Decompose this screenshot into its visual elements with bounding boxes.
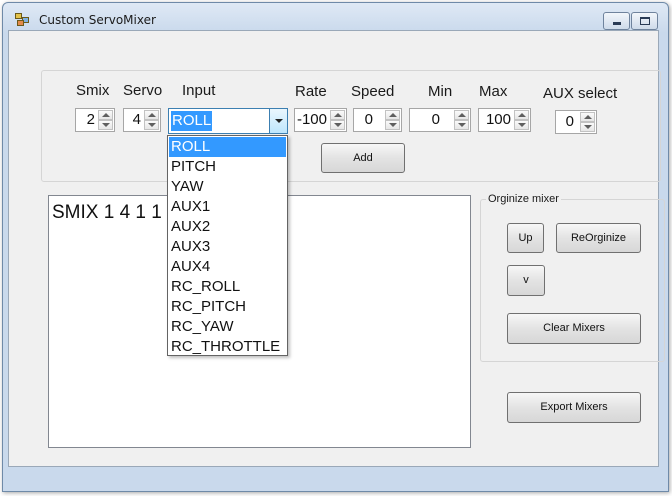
smix-spinner[interactable]: 2 [75, 108, 115, 132]
rate-spinner[interactable]: -100 [294, 108, 347, 132]
reorganize-button[interactable]: ReOrginize [556, 223, 641, 253]
dropdown-option[interactable]: RC_YAW [169, 317, 286, 337]
input-label: Input [182, 82, 216, 99]
min-up-arrow[interactable] [454, 110, 469, 120]
input-dropdown-list: ROLL PITCH YAW AUX1 AUX2 AUX3 AUX4 RC_ROLL RC_PI… [167, 135, 288, 356]
aux-select-up-arrow[interactable] [580, 112, 595, 122]
smix-value: 2 [86, 111, 95, 128]
maximize-button[interactable] [631, 12, 658, 30]
organize-mixer-title: Orginize mixer [486, 193, 561, 205]
min-label: Min [428, 83, 453, 100]
dropdown-option[interactable]: AUX3 [169, 237, 286, 257]
aux-select-value: 0 [565, 113, 574, 130]
dropdown-option[interactable]: RC_ROLL [169, 277, 286, 297]
smix-down-arrow[interactable] [98, 120, 113, 130]
clear-mixers-button[interactable]: Clear Mixers [507, 313, 641, 344]
input-selected-value: ROLL [171, 111, 213, 131]
servo-down-arrow[interactable] [144, 120, 159, 130]
speed-value: 0 [364, 111, 373, 128]
min-value: 0 [431, 111, 440, 128]
speed-down-arrow[interactable] [385, 120, 400, 130]
dropdown-option[interactable]: PITCH [169, 157, 286, 177]
min-down-arrow[interactable] [454, 120, 469, 130]
servo-label: Servo [123, 82, 163, 99]
export-mixers-button[interactable]: Export Mixers [507, 392, 641, 423]
servo-up-arrow[interactable] [144, 110, 159, 120]
maximize-icon [640, 17, 650, 25]
app-icon [15, 13, 31, 27]
minimize-icon [613, 22, 621, 25]
smix-label: Smix [76, 82, 110, 99]
speed-spinner[interactable]: 0 [353, 108, 402, 132]
up-button[interactable]: Up [507, 223, 544, 253]
smix-up-arrow[interactable] [98, 110, 113, 120]
speed-label: Speed [351, 83, 395, 100]
window-title: Custom ServoMixer [39, 13, 156, 27]
input-combobox[interactable]: ROLL [168, 108, 288, 134]
chevron-down-icon [275, 119, 283, 123]
title-bar[interactable]: Custom ServoMixer [3, 3, 668, 33]
rate-down-arrow[interactable] [330, 120, 345, 130]
max-value: 100 [485, 111, 511, 128]
min-spinner[interactable]: 0 [409, 108, 471, 132]
dropdown-option[interactable]: ROLL [169, 137, 286, 157]
dropdown-option[interactable]: RC_THROTTLE [169, 337, 286, 357]
aux-select-down-arrow[interactable] [580, 122, 595, 132]
rate-value: -100 [296, 111, 327, 128]
servo-spinner[interactable]: 4 [123, 108, 161, 132]
down-button[interactable]: v [507, 265, 545, 296]
max-spinner[interactable]: 100 [478, 108, 531, 132]
aux-select-spinner[interactable]: 0 [555, 110, 597, 134]
dropdown-option[interactable]: AUX1 [169, 197, 286, 217]
dropdown-option[interactable]: YAW [169, 177, 286, 197]
minimize-button[interactable] [603, 12, 630, 30]
max-down-arrow[interactable] [514, 120, 529, 130]
servo-value: 4 [132, 111, 141, 128]
dropdown-option[interactable]: AUX2 [169, 217, 286, 237]
dropdown-option[interactable]: RC_PITCH [169, 297, 286, 317]
rate-label: Rate [295, 83, 327, 100]
max-up-arrow[interactable] [514, 110, 529, 120]
add-button[interactable]: Add [321, 143, 405, 173]
speed-up-arrow[interactable] [385, 110, 400, 120]
aux-select-label: AUX select [543, 85, 618, 102]
input-dropdown-button[interactable] [269, 109, 287, 133]
rate-up-arrow[interactable] [330, 110, 345, 120]
max-label: Max [479, 83, 508, 100]
dropdown-option[interactable]: AUX4 [169, 257, 286, 277]
